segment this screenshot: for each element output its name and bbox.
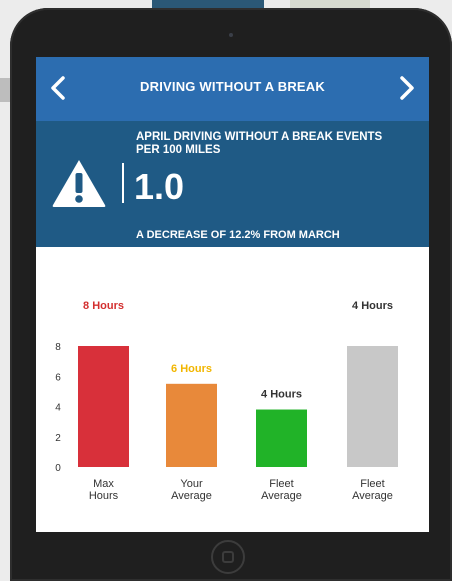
bar bbox=[347, 346, 398, 467]
y-tick-label: 0 bbox=[55, 463, 61, 474]
category-label: Average bbox=[171, 490, 212, 502]
data-label: 6 Hours bbox=[171, 363, 212, 375]
tablet-frame: DRIVING WITHOUT A BREAK APRIL DRIVING WI… bbox=[10, 8, 452, 581]
data-label: 4 Hours bbox=[352, 300, 393, 312]
category-label: Average bbox=[261, 490, 302, 502]
category-label: Fleet bbox=[269, 478, 293, 490]
background-element bbox=[0, 78, 10, 102]
y-tick-label: 6 bbox=[55, 372, 61, 383]
stat-caption-line: APRIL DRIVING WITHOUT A BREAK EVENTS bbox=[136, 131, 383, 143]
y-tick-label: 4 bbox=[55, 403, 61, 414]
category-label: Fleet bbox=[360, 478, 384, 490]
warning-icon bbox=[50, 157, 108, 209]
category-label: Hours bbox=[89, 490, 119, 502]
divider bbox=[122, 163, 124, 203]
bar bbox=[78, 346, 129, 467]
category-label: Average bbox=[352, 490, 393, 502]
bar bbox=[166, 383, 217, 467]
background-panel bbox=[152, 0, 264, 8]
camera-icon bbox=[229, 33, 233, 37]
app-screen: DRIVING WITHOUT A BREAK APRIL DRIVING WI… bbox=[36, 57, 429, 532]
y-tick-label: 2 bbox=[55, 433, 61, 444]
chart-canvas: 024688 HoursMaxHours6 HoursYourAverage4 … bbox=[55, 300, 398, 502]
category-label: Your bbox=[180, 478, 203, 490]
chevron-right-icon[interactable] bbox=[389, 71, 423, 105]
home-button-icon bbox=[222, 551, 234, 563]
stat-caption: APRIL DRIVING WITHOUT A BREAK EVENTS PER… bbox=[136, 131, 416, 157]
bar bbox=[256, 409, 307, 467]
home-button[interactable] bbox=[211, 540, 245, 574]
stat-caption-line: PER 100 MILES bbox=[136, 144, 221, 156]
stat-panel: APRIL DRIVING WITHOUT A BREAK EVENTS PER… bbox=[36, 121, 429, 247]
stat-change-text: A DECREASE OF 12.2% FROM MARCH bbox=[136, 229, 340, 241]
header-bar: DRIVING WITHOUT A BREAK bbox=[36, 57, 429, 121]
stat-value: 1.0 bbox=[134, 166, 185, 207]
chevron-left-icon[interactable] bbox=[42, 71, 76, 105]
page-title: DRIVING WITHOUT A BREAK bbox=[140, 79, 325, 94]
y-tick-label: 8 bbox=[55, 342, 61, 353]
bar-chart: 024688 Hours Max Hours 6 Hours Your Average 4 … bbox=[36, 247, 429, 532]
data-label: 8 Hours bbox=[83, 300, 124, 312]
category-label: Max bbox=[93, 478, 114, 490]
data-label: 4 Hours bbox=[261, 389, 302, 401]
background-map bbox=[290, 0, 370, 8]
